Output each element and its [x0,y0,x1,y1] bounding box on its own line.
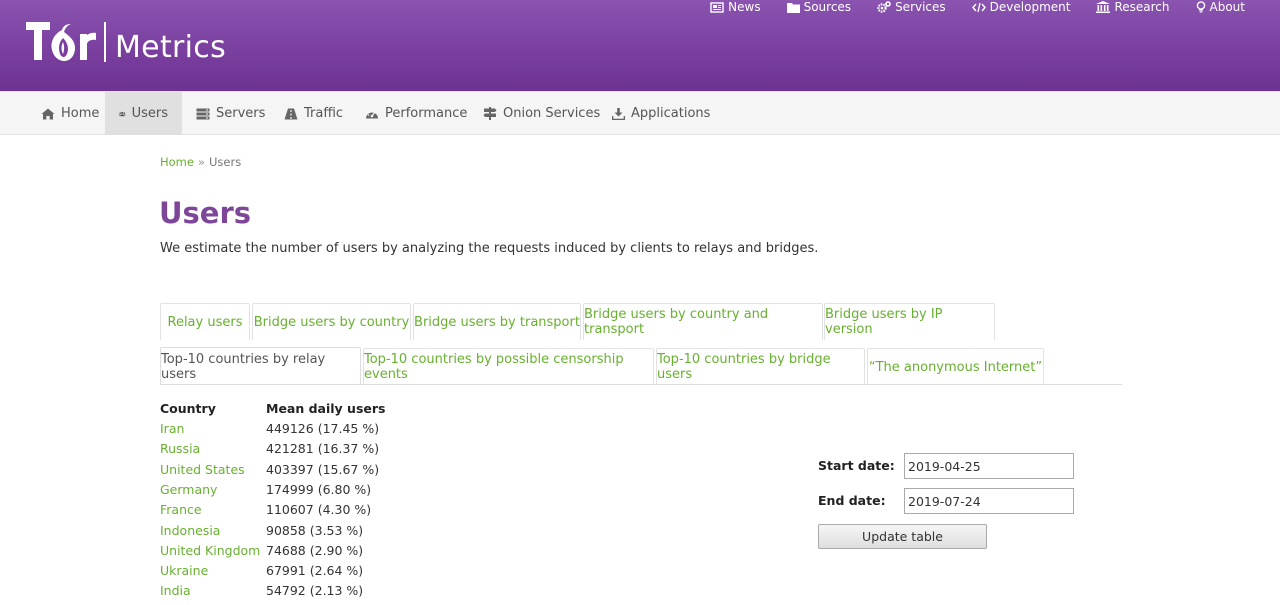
nav-users-label: Users [131,106,168,121]
nav-servers-label: Servers [216,106,266,121]
mean-daily-users-value: 90858 (3.53 %) [266,522,364,538]
topnav-news[interactable]: News [710,0,761,14]
logo-divider [104,22,106,62]
country-link[interactable]: United Kingdom [160,543,260,558]
institution-icon [1096,1,1111,13]
users-icon [119,111,126,116]
nav-applications[interactable]: Applications [598,92,724,135]
tab-top10-censorship-events[interactable]: Top-10 countries by possible censorship … [363,348,654,385]
mean-daily-users-value: 110607 (4.30 %) [266,502,372,518]
topnav-services[interactable]: Services [877,0,946,14]
country-link[interactable]: Indonesia [160,523,220,538]
tab-top10-bridge-users[interactable]: Top-10 countries by bridge users [656,348,865,385]
nav-servers[interactable]: Servers [182,92,279,135]
mean-daily-users-value: 174999 (6.80 %) [266,481,372,497]
main-nav: Home Users Servers Traffic Performance O… [0,91,1280,135]
breadcrumb-home[interactable]: Home [160,155,194,169]
mean-daily-users-value: 67991 (2.64 %) [266,563,364,579]
tab-relay-users[interactable]: Relay users [160,303,250,340]
nav-performance-label: Performance [385,106,468,121]
nav-users[interactable]: Users [105,92,182,135]
topnav-research[interactable]: Research [1096,0,1170,14]
breadcrumb-current: Users [209,155,242,169]
page-title: Users [159,196,252,230]
mean-daily-users-value: 421281 (16.37 %) [266,441,380,457]
tor-logo[interactable] [26,18,98,64]
nav-applications-label: Applications [631,106,711,121]
table-row: Indonesia 90858 (3.53 %) [160,523,460,543]
server-icon [196,108,210,119]
country-link[interactable]: United States [160,462,245,477]
breadcrumb: Home» Users [160,155,241,169]
cogs-icon [877,1,891,13]
table-row: United Kingdom 74688 (2.90 %) [160,543,460,563]
tab-divider [160,384,1122,385]
country-link[interactable]: France [160,502,202,517]
topnav-development[interactable]: Development [971,0,1071,14]
product-name[interactable]: Metrics [115,30,226,65]
start-date-label: Start date: [818,458,895,473]
dashboard-icon [366,110,378,118]
code-icon [971,2,986,12]
folder-icon [786,2,800,13]
mean-daily-users-value: 74688 (2.90 %) [266,542,364,558]
topnav-development-label: Development [989,0,1071,14]
end-date-input[interactable] [904,488,1074,514]
country-link[interactable]: Ukraine [160,563,208,578]
top-nav: News Sources Services Development Resear… [684,0,1245,14]
topnav-sources-label: Sources [803,0,852,14]
download-icon [612,107,625,120]
newspaper-icon [710,1,724,13]
column-header-country: Country [160,401,216,416]
site-header: Metrics News Sources Services Developmen… [0,0,1280,91]
table-row: Ukraine 67991 (2.64 %) [160,563,460,583]
page-intro: We estimate the number of users by analy… [160,241,819,256]
tab-bridge-users-by-ip-version[interactable]: Bridge users by IP version [824,303,995,340]
nav-home[interactable]: Home [27,92,113,135]
nav-onion-services-label: Onion Services [503,106,601,121]
nav-performance[interactable]: Performance [351,92,481,135]
road-icon [284,108,298,119]
table-row: Russia 421281 (16.37 %) [160,441,460,461]
country-link[interactable]: Germany [160,482,217,497]
tab-bridge-users-by-country[interactable]: Bridge users by country [252,303,411,340]
mean-daily-users-value: 54792 (2.13 %) [266,583,364,599]
topnav-sources[interactable]: Sources [786,0,852,14]
table-row: France 110607 (4.30 %) [160,502,460,522]
country-link[interactable]: India [160,583,191,598]
country-link[interactable]: Russia [160,441,200,456]
table-row: India 54792 (2.13 %) [160,583,460,603]
nav-traffic-label: Traffic [304,106,344,121]
end-date-label: End date: [818,493,886,508]
tab-top10-relay-users[interactable]: Top-10 countries by relay users [160,347,361,385]
country-link[interactable]: Iran [160,421,184,436]
nav-home-label: Home [61,106,100,121]
lightbulb-icon [1196,1,1205,13]
breadcrumb-separator: » [197,155,206,169]
mean-daily-users-value: 403397 (15.67 %) [266,461,380,477]
nav-onion-services[interactable]: Onion Services [469,92,614,135]
tab-bridge-users-by-transport[interactable]: Bridge users by transport [413,303,581,340]
mean-daily-users-value: 449126 (17.45 %) [266,421,380,436]
topnav-research-label: Research [1114,0,1170,14]
table-row: Iran 449126 (17.45 %) [160,421,460,441]
topnav-news-label: News [728,0,761,14]
table-row: United States 403397 (15.67 %) [160,462,460,482]
start-date-input[interactable] [904,453,1074,479]
column-header-mean-daily-users: Mean daily users [266,401,386,416]
topnav-about-label: About [1209,0,1245,14]
home-icon [41,108,55,119]
signpost-icon [483,107,497,120]
update-table-button[interactable]: Update table [818,524,987,549]
topnav-about[interactable]: About [1196,0,1245,14]
nav-traffic[interactable]: Traffic [270,92,357,135]
tab-bridge-users-by-country-and-transport[interactable]: Bridge users by country and transport [583,303,823,340]
tab-anonymous-internet[interactable]: “The anonymous Internet” [867,348,1044,385]
tor-logo-icon [26,22,96,61]
topnav-services-label: Services [895,0,946,14]
table-row: Germany 174999 (6.80 %) [160,482,460,502]
